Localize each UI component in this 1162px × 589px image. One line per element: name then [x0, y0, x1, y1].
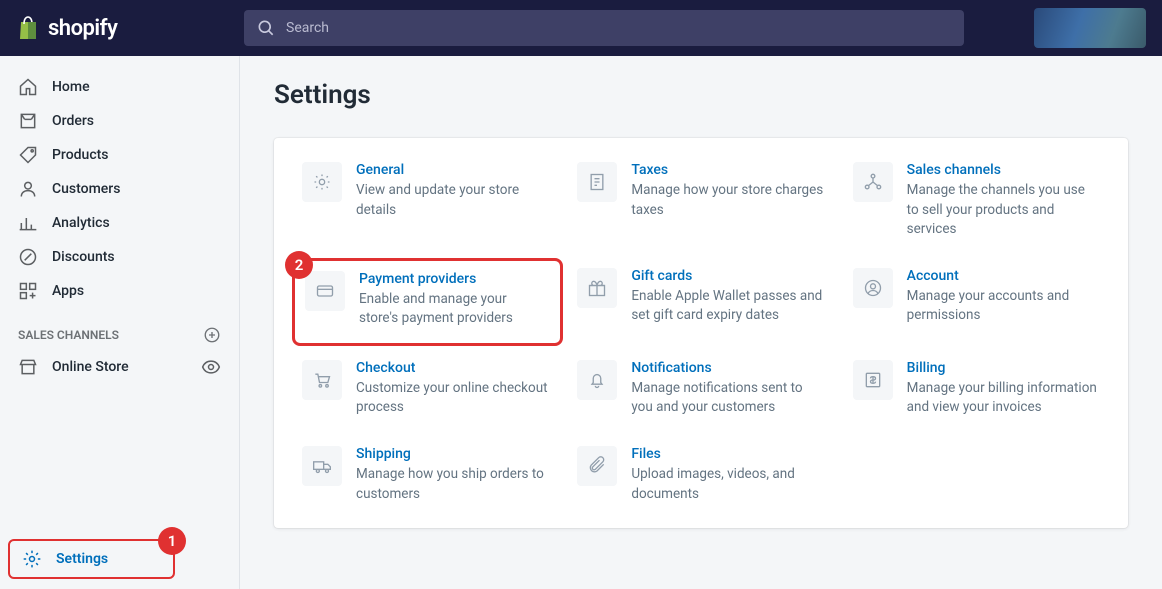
logo[interactable]: shopify — [16, 15, 224, 41]
top-bar: shopify — [0, 0, 1162, 56]
sidebar-item-label: Discounts — [52, 249, 115, 265]
tile-gift-cards[interactable]: Gift cards Enable Apple Wallet passes and… — [577, 268, 824, 332]
main-content: Settings General View and update your sto… — [240, 56, 1162, 589]
tile-checkout[interactable]: Checkout Customize your online checkout p… — [302, 360, 549, 418]
bell-icon — [587, 370, 607, 390]
tile-desc: Upload images, videos, and documents — [631, 465, 824, 504]
tile-desc: Manage notifications sent to you and you… — [631, 379, 824, 418]
tile-title: Payment providers — [359, 271, 546, 287]
tile-desc: Enable and manage your store's payment p… — [359, 290, 546, 329]
receipt-icon — [587, 172, 607, 192]
billing-icon — [863, 370, 883, 390]
truck-icon — [312, 456, 332, 476]
sidebar-item-label: Customers — [52, 181, 120, 197]
sidebar-item-home[interactable]: Home — [0, 70, 239, 104]
sidebar-item-label: Products — [52, 147, 109, 163]
sidebar-item-label: Online Store — [52, 359, 129, 375]
gear-icon — [22, 549, 42, 569]
sidebar-item-label: Apps — [52, 283, 84, 299]
tile-taxes[interactable]: Taxes Manage how your store charges taxes — [577, 162, 824, 240]
tile-title: General — [356, 162, 549, 178]
sidebar-item-label: Analytics — [52, 215, 110, 231]
sidebar-settings-label: Settings — [56, 551, 108, 567]
sidebar-item-customers[interactable]: Customers — [0, 172, 239, 206]
search-input[interactable] — [286, 20, 952, 36]
gear-icon — [312, 172, 332, 192]
sidebar-item-apps[interactable]: Apps — [0, 274, 239, 308]
tag-icon — [18, 145, 38, 165]
tile-account[interactable]: Account Manage your accounts and permissi… — [853, 268, 1100, 332]
annotation-badge-2: 2 — [285, 251, 313, 279]
tile-desc: View and update your store details — [356, 181, 549, 220]
eye-icon[interactable] — [201, 357, 221, 377]
tile-desc: Customize your online checkout process — [356, 379, 549, 418]
account-icon — [863, 278, 883, 298]
tile-title: Shipping — [356, 446, 549, 462]
user-menu[interactable] — [1034, 8, 1146, 48]
sidebar-section-label: SALES CHANNELS — [0, 308, 239, 350]
tile-title: Files — [631, 446, 824, 462]
tile-title: Sales channels — [907, 162, 1100, 178]
store-icon — [18, 357, 38, 377]
tile-desc: Manage how you ship orders to customers — [356, 465, 549, 504]
attachment-icon — [587, 456, 607, 476]
tile-billing[interactable]: Billing Manage your billing information a… — [853, 360, 1100, 418]
home-icon — [18, 77, 38, 97]
tile-title: Notifications — [631, 360, 824, 376]
gift-icon — [587, 278, 607, 298]
tile-desc: Enable Apple Wallet passes and set gift … — [631, 287, 824, 326]
tile-title: Billing — [907, 360, 1100, 376]
tile-notifications[interactable]: Notifications Manage notifications sent t… — [577, 360, 824, 418]
sidebar-item-orders[interactable]: Orders — [0, 104, 239, 138]
sidebar-item-discounts[interactable]: Discounts — [0, 240, 239, 274]
brand-text: shopify — [48, 16, 117, 41]
settings-card: General View and update your store detail… — [274, 138, 1128, 528]
apps-icon — [18, 281, 38, 301]
channels-icon — [863, 172, 883, 192]
sidebar: Home Orders Products Customers Analytics… — [0, 56, 240, 589]
person-icon — [18, 179, 38, 199]
cart-icon — [312, 370, 332, 390]
tile-title: Account — [907, 268, 1100, 284]
card-icon — [315, 281, 335, 301]
tile-sales-channels[interactable]: Sales channels Manage the channels you us… — [853, 162, 1100, 240]
tile-general[interactable]: General View and update your store detail… — [302, 162, 549, 240]
tile-shipping[interactable]: Shipping Manage how you ship orders to cu… — [302, 446, 549, 504]
search-icon — [256, 18, 276, 38]
sidebar-item-products[interactable]: Products — [0, 138, 239, 172]
plus-circle-icon[interactable] — [203, 326, 221, 344]
tile-desc: Manage how your store charges taxes — [631, 181, 824, 220]
tile-desc: Manage your billing information and view… — [907, 379, 1100, 418]
annotation-badge-1: 1 — [158, 527, 186, 555]
orders-icon — [18, 111, 38, 131]
discount-icon — [18, 247, 38, 267]
tile-title: Checkout — [356, 360, 549, 376]
page-title: Settings — [274, 80, 1128, 110]
tile-title: Taxes — [631, 162, 824, 178]
tile-title: Gift cards — [631, 268, 824, 284]
tile-desc: Manage the channels you use to sell your… — [907, 181, 1100, 240]
sidebar-settings[interactable]: Settings — [8, 539, 175, 579]
analytics-icon — [18, 213, 38, 233]
tile-payment-providers[interactable]: Payment providers Enable and manage your … — [305, 271, 546, 329]
sidebar-item-label: Home — [52, 79, 90, 95]
shopify-bag-icon — [16, 15, 40, 41]
sidebar-channel-online-store[interactable]: Online Store — [0, 350, 239, 384]
tile-files[interactable]: Files Upload images, videos, and document… — [577, 446, 824, 504]
tile-desc: Manage your accounts and permissions — [907, 287, 1100, 326]
sidebar-item-label: Orders — [52, 113, 94, 129]
sidebar-item-analytics[interactable]: Analytics — [0, 206, 239, 240]
search-field[interactable] — [244, 10, 964, 46]
